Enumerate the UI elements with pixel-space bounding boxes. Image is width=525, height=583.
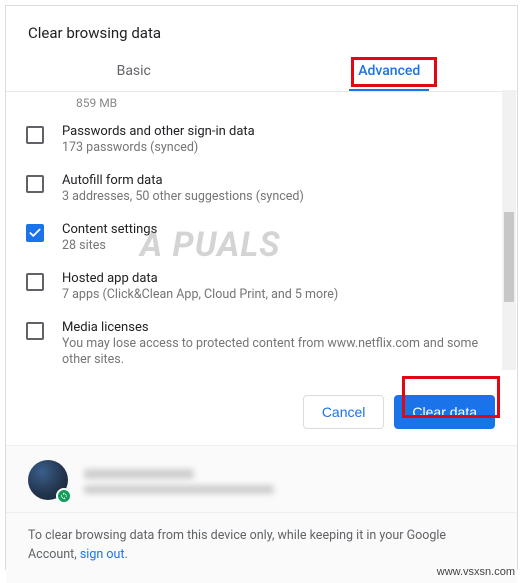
list-item: Media licenses You may lose access to pr… xyxy=(6,312,517,378)
item-subtext: 3 addresses, 50 other suggestions (synce… xyxy=(62,189,497,206)
list-item: Hosted app data 7 apps (Click&Clean App,… xyxy=(6,263,517,312)
item-subtext: 28 sites xyxy=(62,238,497,255)
item-title: Media licenses xyxy=(62,320,497,335)
sign-out-link[interactable]: sign out xyxy=(80,547,125,562)
clear-data-button[interactable]: Clear data xyxy=(394,395,495,429)
profile-section xyxy=(6,445,517,512)
dialog-actions: Cancel Clear data xyxy=(6,377,517,445)
profile-email-redacted xyxy=(84,485,274,494)
profile-info xyxy=(84,469,274,494)
checkbox-passwords[interactable] xyxy=(26,126,44,144)
clear-browsing-data-dialog: Clear browsing data Basic Advanced 859 M… xyxy=(5,5,518,570)
scrollbar-thumb[interactable] xyxy=(504,212,514,302)
dialog-title: Clear browsing data xyxy=(6,6,517,50)
item-title: Autofill form data xyxy=(62,173,497,188)
item-subtext: 173 passwords (synced) xyxy=(62,140,497,157)
profile-name-redacted xyxy=(84,469,194,479)
item-title: Passwords and other sign-in data xyxy=(62,124,497,139)
list-item: Passwords and other sign-in data 173 pas… xyxy=(6,116,517,165)
checkbox-autofill[interactable] xyxy=(26,175,44,193)
tab-bar: Basic Advanced xyxy=(6,50,517,92)
tab-basic[interactable]: Basic xyxy=(6,50,262,91)
image-source: www.vsxsn.com xyxy=(437,566,515,578)
list-item: Content settings 28 sites xyxy=(6,214,517,263)
options-list: 859 MB Passwords and other sign-in data … xyxy=(6,92,517,377)
avatar xyxy=(28,460,70,502)
checkbox-media-licenses[interactable] xyxy=(26,322,44,340)
item-subtext: You may lose access to protected content… xyxy=(62,336,497,370)
item-subtext: 7 apps (Click&Clean App, Cloud Print, an… xyxy=(62,287,497,304)
prev-item-subtext: 859 MB xyxy=(6,92,517,116)
sync-icon xyxy=(56,488,72,504)
tab-advanced[interactable]: Advanced xyxy=(262,50,518,91)
list-item: Autofill form data 3 addresses, 50 other… xyxy=(6,165,517,214)
cancel-button[interactable]: Cancel xyxy=(303,395,385,429)
checkbox-content-settings[interactable] xyxy=(26,224,44,242)
checkbox-hosted-app[interactable] xyxy=(26,273,44,291)
scrollbar-track[interactable] xyxy=(502,90,516,370)
item-title: Content settings xyxy=(62,222,497,237)
item-title: Hosted app data xyxy=(62,271,497,286)
